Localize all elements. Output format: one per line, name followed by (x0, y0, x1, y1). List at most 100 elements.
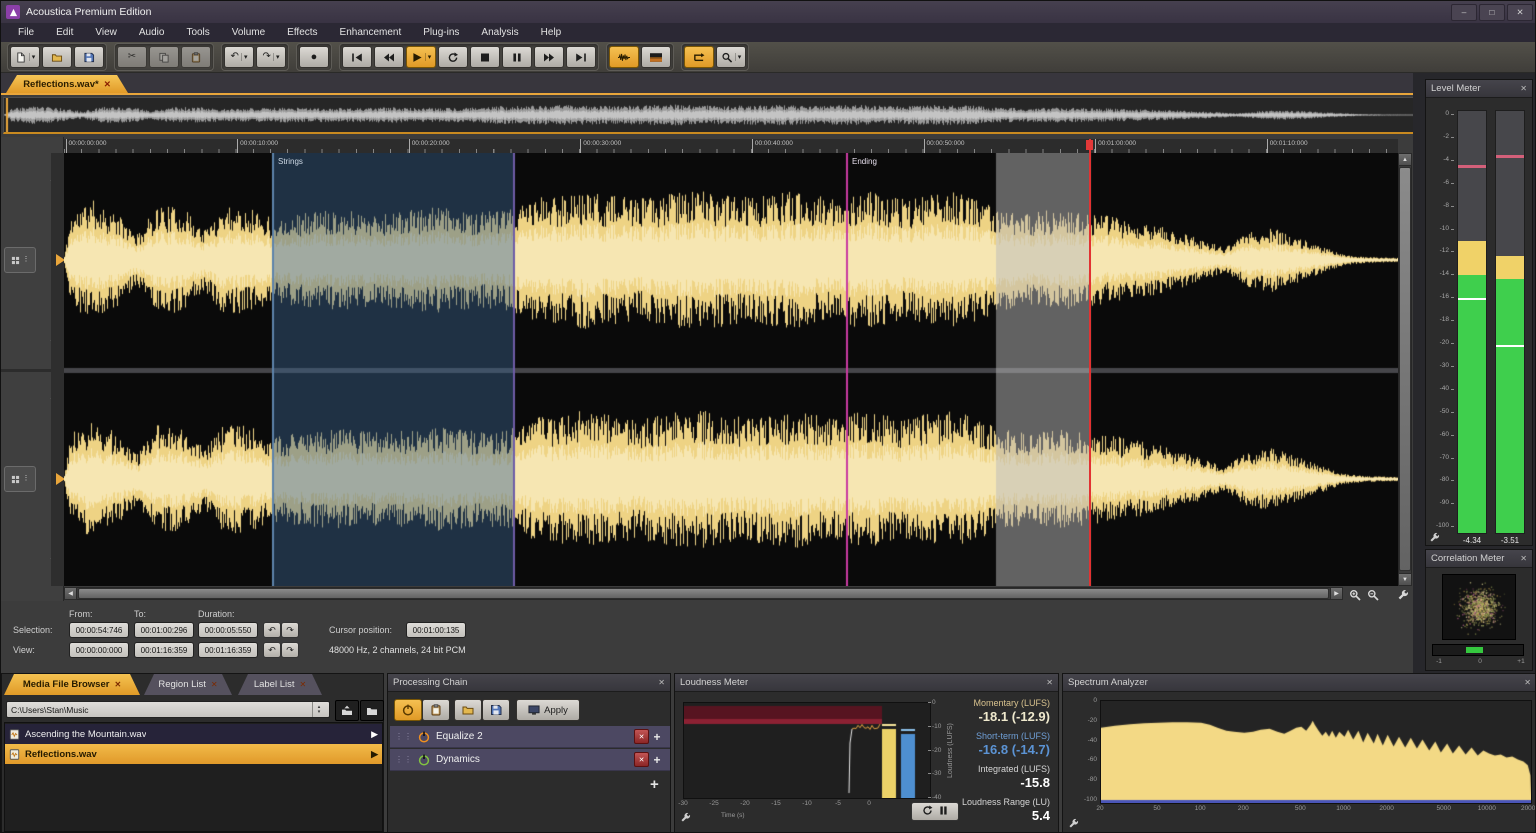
open-file-button[interactable] (42, 46, 72, 68)
view-to-field[interactable]: 00:01:16:359 (134, 642, 194, 658)
close-button[interactable]: ✕ (1507, 4, 1533, 21)
loudness-reset-button[interactable] (922, 803, 933, 821)
add-effect-button[interactable]: + (649, 730, 665, 744)
add-effect-button[interactable]: + (649, 753, 665, 767)
play-button[interactable]: ▾ (406, 46, 436, 68)
channel-left-options-button[interactable]: ⋮ (4, 247, 36, 273)
tab-media-file-browser[interactable]: Media File Browser✕ (4, 674, 140, 695)
selection-undo-button[interactable]: ↶ (263, 622, 281, 638)
overview-waveform[interactable] (3, 97, 1421, 134)
fast-forward-button[interactable] (534, 46, 564, 68)
apply-button[interactable]: Apply (516, 699, 580, 721)
selection-to-field[interactable]: 00:01:00:296 (134, 622, 194, 638)
panel-close-icon[interactable]: ✕ (1046, 678, 1053, 687)
vertical-scroll-thumb[interactable] (1399, 167, 1411, 571)
tab-close-icon[interactable]: ✕ (114, 680, 121, 689)
view-undo-button[interactable]: ↶ (263, 642, 281, 658)
waveform-view-button[interactable] (609, 46, 639, 68)
path-combo-box[interactable]: C:\Users\Stan\Music ▴▾ (6, 701, 330, 718)
scroll-up-button[interactable]: ▲ (1398, 153, 1412, 166)
tab-close-icon[interactable]: ✕ (211, 680, 218, 689)
timeline-ruler[interactable]: 00:00:00:00000:00:10:00000:00:20:00000:0… (64, 139, 1398, 153)
dropdown-arrow-icon[interactable]: ▾ (735, 53, 742, 61)
zoom-button[interactable]: ▾ (716, 46, 746, 68)
paste-button[interactable] (181, 46, 211, 68)
play-file-button[interactable]: ▶ (371, 749, 378, 760)
panel-close-icon[interactable]: ✕ (1520, 84, 1527, 93)
drag-grip-icon[interactable]: ⋮⋮ (395, 755, 413, 764)
view-from-field[interactable]: 00:00:00:000 (69, 642, 129, 658)
power-toggle-icon[interactable] (418, 754, 436, 766)
view-redo-button[interactable]: ↷ (281, 642, 299, 658)
play-file-button[interactable]: ▶ (371, 729, 378, 740)
cursor-position-field[interactable]: 00:01:00:135 (406, 622, 466, 638)
undo-button[interactable]: ↶▾ (224, 46, 254, 68)
maximize-button[interactable]: □ (1479, 4, 1505, 21)
pause-button[interactable] (502, 46, 532, 68)
panel-close-icon[interactable]: ✕ (1524, 678, 1531, 687)
remove-effect-button[interactable]: ✕ (634, 752, 649, 767)
effect-row-dynamics[interactable]: ⋮⋮Dynamics✕+ (390, 749, 670, 771)
loudness-wrench-icon[interactable] (680, 810, 691, 828)
parent-folder-button[interactable] (335, 700, 359, 721)
effect-row-equalize-2[interactable]: ⋮⋮Equalize 2✕+ (390, 726, 670, 748)
channel-right-options-button[interactable]: ⋮ (4, 466, 36, 492)
tab-region-list[interactable]: Region List✕ (144, 674, 232, 695)
document-tab[interactable]: Reflections.wav* ✕ (6, 75, 128, 93)
tab-close-icon[interactable]: ✕ (104, 79, 111, 90)
skip-end-button[interactable] (566, 46, 596, 68)
add-effect-button[interactable]: + (650, 776, 659, 793)
loudness-pause-button[interactable] (938, 803, 949, 821)
menu-item-analysis[interactable]: Analysis (470, 25, 529, 40)
panel-close-icon[interactable]: ✕ (658, 678, 665, 687)
menu-item-plugins[interactable]: Plug-ins (412, 25, 470, 40)
menu-item-tools[interactable]: Tools (175, 25, 220, 40)
menu-item-help[interactable]: Help (530, 25, 573, 40)
drag-grip-icon[interactable]: ⋮⋮ (395, 732, 413, 741)
loop-selection-button[interactable] (684, 46, 714, 68)
save-file-button[interactable] (74, 46, 104, 68)
cut-button[interactable]: ✂ (117, 46, 147, 68)
spectral-view-button[interactable] (641, 46, 671, 68)
menu-item-effects[interactable]: Effects (276, 25, 328, 40)
horizontal-scroll-thumb[interactable] (78, 588, 1329, 599)
menu-item-edit[interactable]: Edit (45, 25, 84, 40)
scroll-right-button[interactable]: ▶ (1330, 587, 1343, 600)
menu-item-audio[interactable]: Audio (128, 25, 176, 40)
save-file-button[interactable] (482, 699, 510, 721)
menu-item-view[interactable]: View (84, 25, 128, 40)
tab-close-icon[interactable]: ✕ (299, 680, 306, 689)
power-toggle-icon[interactable] (418, 731, 436, 743)
scroll-left-button[interactable]: ◀ (64, 587, 77, 600)
loop-playback-button[interactable] (438, 46, 468, 68)
dropdown-arrow-icon[interactable]: ▾ (241, 53, 248, 61)
paste-button[interactable] (422, 699, 450, 721)
waveform-editor[interactable] (64, 153, 1398, 586)
power-button[interactable] (394, 699, 422, 721)
dropdown-arrow-icon[interactable]: ▾ (425, 53, 432, 61)
panel-close-icon[interactable]: ✕ (1520, 554, 1527, 563)
list-item-file[interactable]: Reflections.wav▶ (5, 744, 382, 764)
menu-item-enhancement[interactable]: Enhancement (329, 25, 413, 40)
record-button[interactable]: ● (299, 46, 329, 68)
menu-item-volume[interactable]: Volume (221, 25, 276, 40)
selection-duration-field[interactable]: 00:00:05:550 (198, 622, 258, 638)
menu-item-file[interactable]: File (7, 25, 45, 40)
minimize-button[interactable]: – (1451, 4, 1477, 21)
browse-folder-button[interactable] (360, 700, 384, 721)
skip-start-button[interactable] (342, 46, 372, 68)
new-file-button[interactable]: ▾ (10, 46, 40, 68)
view-duration-field[interactable]: 00:01:16:359 (198, 642, 258, 658)
tab-label-list[interactable]: Label List✕ (238, 674, 322, 695)
dropdown-arrow-icon[interactable]: ▾ (29, 53, 36, 61)
copy-button[interactable] (149, 46, 179, 68)
remove-effect-button[interactable]: ✕ (634, 729, 649, 744)
dropdown-arrow-icon[interactable]: ▾ (273, 53, 280, 61)
spectrum-wrench-icon[interactable] (1068, 816, 1079, 833)
level-meter-wrench-icon[interactable] (1429, 530, 1440, 548)
stop-button[interactable] (470, 46, 500, 68)
selection-redo-button[interactable]: ↷ (281, 622, 299, 638)
playback-cursor-head[interactable] (1086, 140, 1093, 150)
list-item-file[interactable]: Ascending the Mountain.wav▶ (5, 724, 382, 744)
selection-from-field[interactable]: 00:00:54:746 (69, 622, 129, 638)
